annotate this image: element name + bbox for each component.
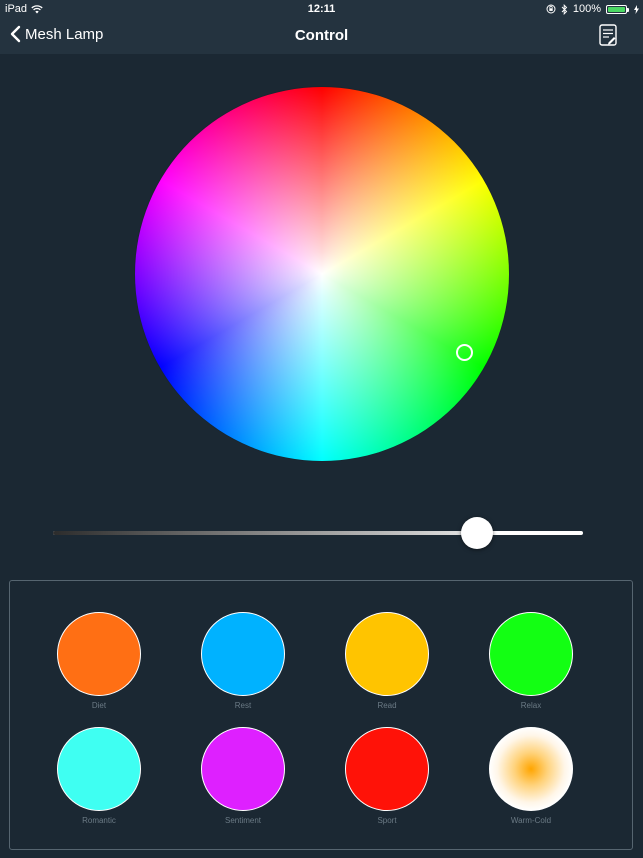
preset-sentiment-swatch [201,727,285,811]
preset-read-label: Read [377,701,397,710]
preset-relax[interactable]: Relax [471,612,591,722]
preset-sport-swatch [345,727,429,811]
status-right: 100% [546,3,639,15]
chevron-left-icon [10,25,21,43]
preset-warm-cold-label: Warm-Cold [510,816,552,825]
preset-rest[interactable]: Rest [183,612,303,722]
notepad-edit-icon[interactable] [599,24,617,46]
preset-read[interactable]: Read [327,612,447,722]
nav-bar: Mesh Lamp Control [0,18,643,54]
preset-relax-label: Relax [520,701,542,710]
status-bar: iPad 12:11 100% [0,0,643,18]
color-wheel[interactable] [135,87,509,461]
battery-icon [606,4,629,14]
preset-relax-swatch [489,612,573,696]
preset-warm-cold-swatch [489,727,573,811]
preset-warm-cold[interactable]: Warm-Cold [471,727,591,837]
orientation-lock-icon [546,4,556,14]
preset-romantic[interactable]: Romantic [39,727,159,837]
preset-sport-label: Sport [377,816,397,825]
preset-romantic-label: Romantic [82,816,116,825]
preset-read-swatch [345,612,429,696]
preset-sentiment-label: Sentiment [224,816,262,825]
preset-diet[interactable]: Diet [39,612,159,722]
preset-panel: Diet Rest Read Relax Romantic Sentiment … [9,580,633,850]
bluetooth-icon [561,3,568,15]
slider-track-fill [53,531,477,535]
preset-diet-swatch [57,612,141,696]
preset-diet-label: Diet [91,701,107,710]
preset-rest-label: Rest [234,701,252,710]
back-button-label: Mesh Lamp [25,25,104,43]
back-button[interactable]: Mesh Lamp [10,25,103,43]
color-wheel-container [135,87,509,461]
preset-rest-swatch [201,612,285,696]
preset-sport[interactable]: Sport [327,727,447,837]
slider-thumb[interactable] [461,517,493,549]
brightness-slider[interactable] [53,516,583,550]
preset-sentiment[interactable]: Sentiment [183,727,303,837]
slider-track [53,531,583,535]
battery-percent: 100% [572,3,601,15]
color-picker-marker[interactable] [456,344,473,361]
preset-romantic-swatch [57,727,141,811]
charging-icon [634,4,639,14]
